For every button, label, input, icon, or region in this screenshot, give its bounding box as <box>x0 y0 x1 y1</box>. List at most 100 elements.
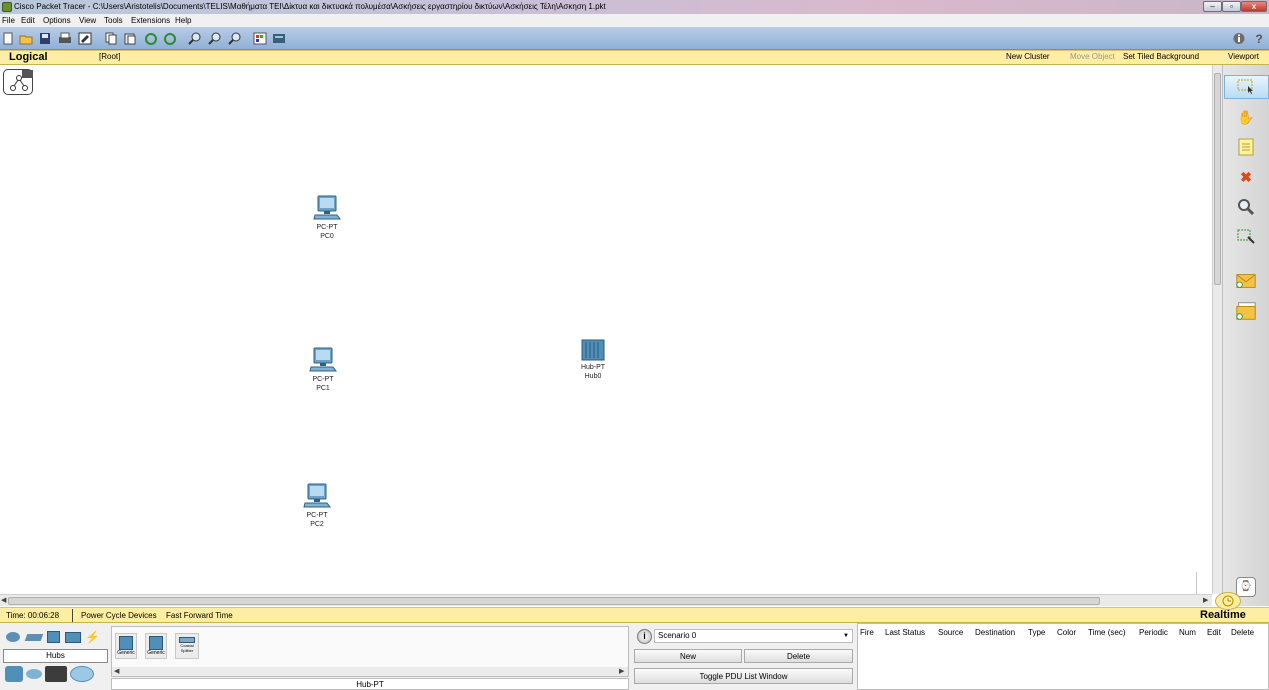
add-complex-pdu-icon[interactable] <box>1235 301 1257 321</box>
resize-shape-icon[interactable] <box>1235 227 1257 247</box>
root-breadcrumb[interactable]: [Root] <box>99 52 120 61</box>
custom-device-dialog-icon[interactable] <box>272 32 286 45</box>
fast-forward-time-button[interactable]: Fast Forward Time <box>166 611 233 620</box>
close-button[interactable]: x <box>1241 1 1267 12</box>
vertical-scroll-thumb[interactable] <box>1214 73 1221 285</box>
packet-tracer-app-icon <box>2 2 12 12</box>
redo-icon[interactable] <box>163 32 177 45</box>
scenario-info-icon[interactable]: i <box>637 629 652 644</box>
menu-edit[interactable]: Edit <box>21 16 35 25</box>
inspect-magnifier-icon[interactable] <box>1235 197 1257 217</box>
generic-hub-model[interactable]: Generic <box>115 633 137 659</box>
horizontal-scroll-thumb[interactable] <box>8 597 1100 605</box>
zoom-in-icon[interactable] <box>188 32 202 45</box>
pdu-col-destination: Destination <box>975 628 1016 637</box>
pdu-col-fire: Fire <box>860 628 874 637</box>
connections-category-icon[interactable]: ⚡ <box>85 631 101 643</box>
device-pc0[interactable]: PC-PT PC0 <box>302 195 352 241</box>
vertical-scrollbar[interactable] <box>1212 65 1222 594</box>
horizontal-scrollbar[interactable]: ◀ ▶ <box>0 594 1212 606</box>
pdu-col-edit: Edit <box>1207 628 1221 637</box>
status-divider <box>72 609 73 622</box>
menu-extensions[interactable]: Extensions <box>131 16 170 25</box>
hub-category-icon[interactable] <box>47 631 60 643</box>
model-label: Generic <box>117 650 135 656</box>
new-cluster-button[interactable]: New Cluster <box>1006 52 1050 61</box>
scroll-left-arrow-icon[interactable]: ◀ <box>1 596 6 604</box>
move-layout-hand-icon[interactable]: ✋ <box>1235 107 1257 127</box>
model-scroll-right-icon[interactable]: ▶ <box>619 667 624 675</box>
wan-emulation-category-icon[interactable] <box>26 669 42 679</box>
paste-icon[interactable] <box>123 32 137 45</box>
copy-icon[interactable] <box>104 32 118 45</box>
multiuser-connection-category-icon[interactable] <box>70 666 94 682</box>
pdu-list-table: Fire Last Status Source Destination Type… <box>857 623 1269 690</box>
toggle-pdu-list-window-button[interactable]: Toggle PDU List Window <box>634 668 853 684</box>
menu-tools[interactable]: Tools <box>104 16 123 25</box>
switch-category-icon[interactable] <box>24 634 44 641</box>
scenario-selected-value: Scenario 0 <box>658 631 697 640</box>
menu-options[interactable]: Options <box>43 16 71 25</box>
bottom-panel: ⚡ Hubs Generic Generic Coaxial Splitter … <box>0 623 1269 690</box>
menu-file[interactable]: File <box>2 16 15 25</box>
new-file-icon[interactable] <box>1 32 15 45</box>
pc-icon <box>303 483 331 508</box>
end-devices-category-icon[interactable] <box>5 666 23 682</box>
menu-help[interactable]: Help <box>175 16 191 25</box>
delete-x-icon[interactable]: ✖ <box>1235 167 1257 187</box>
chevron-down-icon[interactable]: ▼ <box>843 630 849 642</box>
realtime-mode-tab[interactable]: Realtime <box>1200 609 1246 621</box>
pdu-col-time: Time (sec) <box>1088 628 1126 637</box>
print-icon[interactable] <box>58 32 72 45</box>
select-tool-icon[interactable] <box>1235 77 1257 97</box>
logical-workspace-canvas[interactable]: PC-PT PC0 PC-PT PC1 PC-PT PC2 Hub-PT Hub… <box>0 65 1212 594</box>
palette-icon[interactable] <box>253 32 267 45</box>
help-icon[interactable]: ? <box>1252 32 1266 46</box>
pc-icon <box>313 195 341 220</box>
realtime-clock-icon[interactable] <box>1215 592 1241 610</box>
device-name-label: PC2 <box>310 521 324 528</box>
logical-workspace-bar: Logical [Root] New Cluster Move Object S… <box>0 50 1269 65</box>
undo-icon[interactable] <box>144 32 158 45</box>
title-bar: Cisco Packet Tracer - C:\Users\Aristotel… <box>0 0 1269 14</box>
pdu-col-type: Type <box>1028 628 1046 637</box>
save-icon[interactable] <box>38 32 52 45</box>
logical-mode-label[interactable]: Logical <box>9 51 48 63</box>
delete-scenario-button[interactable]: Delete <box>744 649 853 663</box>
minimize-button[interactable]: – <box>1203 1 1222 12</box>
zoom-reset-icon[interactable] <box>208 32 222 45</box>
wireless-category-icon[interactable] <box>65 632 81 643</box>
logical-physical-toggle-icon[interactable] <box>3 69 33 95</box>
pdu-col-periodic: Periodic <box>1139 628 1168 637</box>
scroll-right-arrow-icon[interactable]: ▶ <box>1203 596 1208 604</box>
pdu-col-last-status: Last Status <box>885 628 926 637</box>
device-pc2[interactable]: PC-PT PC2 <box>292 483 342 529</box>
menu-bar: File Edit Options View Tools Extensions … <box>0 14 1269 27</box>
info-icon[interactable] <box>1232 32 1246 45</box>
device-category-label: Hubs <box>3 649 108 663</box>
set-tiled-background-button[interactable]: Set Tiled Background <box>1123 52 1199 61</box>
new-scenario-button[interactable]: New <box>634 649 742 663</box>
open-folder-icon[interactable] <box>19 32 33 45</box>
router-category-icon[interactable] <box>6 632 20 642</box>
activity-wizard-icon[interactable] <box>78 32 92 45</box>
device-type-label: Hub-PT <box>580 364 606 371</box>
place-note-icon[interactable] <box>1235 137 1257 157</box>
device-hub0[interactable]: Hub-PT Hub0 <box>568 339 618 381</box>
model-scroll-left-icon[interactable]: ◀ <box>114 667 119 675</box>
coaxial-splitter-model[interactable]: Coaxial Splitter <box>175 633 199 659</box>
model-list-scrollbar[interactable]: ◀ ▶ <box>112 667 628 676</box>
maximize-button[interactable]: ▫ <box>1222 1 1241 12</box>
viewport-button[interactable]: Viewport <box>1228 52 1259 61</box>
device-pc1[interactable]: PC-PT PC1 <box>298 347 348 393</box>
scenario-select[interactable]: Scenario 0 ▼ <box>654 629 853 643</box>
model-label: Generic <box>147 650 165 656</box>
time-status-bar: Time: 00:06:28 Power Cycle Devices Fast … <box>0 592 1269 623</box>
pdu-col-color: Color <box>1057 628 1077 637</box>
menu-view[interactable]: View <box>79 16 96 25</box>
zoom-out-icon[interactable] <box>228 32 242 45</box>
power-cycle-devices-button[interactable]: Power Cycle Devices <box>81 611 157 620</box>
custom-devices-category-icon[interactable] <box>45 666 67 682</box>
generic-repeater-model[interactable]: Generic <box>145 633 167 659</box>
add-simple-pdu-icon[interactable] <box>1235 271 1257 291</box>
